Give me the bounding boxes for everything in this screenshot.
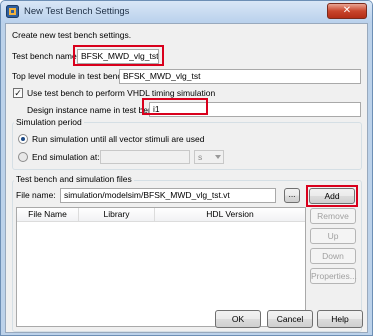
testbench-name-label: Test bench name:: [12, 51, 80, 61]
simulation-period-title: Simulation period: [14, 117, 84, 127]
end-at-radio[interactable]: [18, 152, 28, 162]
help-button[interactable]: Help: [317, 310, 363, 328]
testbench-name-highlight: [73, 45, 164, 66]
end-at-label: End simulation at:: [32, 152, 100, 162]
close-button[interactable]: ✕: [327, 3, 367, 19]
close-icon: ✕: [342, 5, 352, 16]
time-unit-value: s: [198, 152, 203, 162]
top-level-module-input[interactable]: BFSK_MWD_vlg_tst: [119, 69, 361, 84]
column-hdl-version[interactable]: HDL Version: [155, 208, 305, 222]
properties-button[interactable]: Properties...: [310, 268, 357, 284]
cancel-button[interactable]: Cancel: [267, 310, 313, 328]
down-button[interactable]: Down: [310, 248, 356, 264]
ok-button[interactable]: OK: [215, 310, 261, 328]
title-bar[interactable]: New Test Bench Settings ✕: [1, 1, 372, 23]
add-button[interactable]: Add: [309, 188, 355, 204]
run-all-radio[interactable]: [18, 134, 28, 144]
browse-button[interactable]: ...: [284, 188, 300, 203]
checkmark-icon: ✓: [14, 88, 22, 98]
quartus-app-icon: [6, 5, 19, 18]
file-name-input[interactable]: simulation/modelsim/BFSK_MWD_vlg_tst.vt: [60, 188, 276, 203]
dialog-window: New Test Bench Settings ✕ Create new tes…: [0, 0, 373, 336]
column-library[interactable]: Library: [79, 208, 155, 222]
vhdl-timing-checkbox[interactable]: ✓: [13, 88, 23, 98]
design-instance-highlight: [142, 98, 208, 115]
column-file-name[interactable]: File Name: [17, 208, 79, 222]
files-table-header: File Name Library HDL Version: [17, 208, 305, 222]
window-title: New Test Bench Settings: [24, 6, 130, 17]
run-all-label: Run simulation until all vector stimuli …: [32, 134, 205, 144]
chevron-down-icon: [215, 155, 221, 159]
time-unit-select[interactable]: s: [194, 150, 224, 164]
top-level-module-label: Top level module in test bench:: [12, 71, 129, 81]
remove-button[interactable]: Remove: [310, 208, 356, 224]
file-name-label: File name:: [16, 190, 56, 200]
vhdl-timing-label: Use test bench to perform VHDL timing si…: [27, 88, 216, 98]
dialog-body: Create new test bench settings. Test ben…: [5, 23, 368, 333]
up-button[interactable]: Up: [310, 228, 356, 244]
files-table[interactable]: File Name Library HDL Version: [16, 207, 306, 327]
end-time-input[interactable]: [100, 150, 190, 164]
simulation-files-title: Test bench and simulation files: [14, 174, 134, 184]
intro-text: Create new test bench settings.: [12, 30, 132, 40]
